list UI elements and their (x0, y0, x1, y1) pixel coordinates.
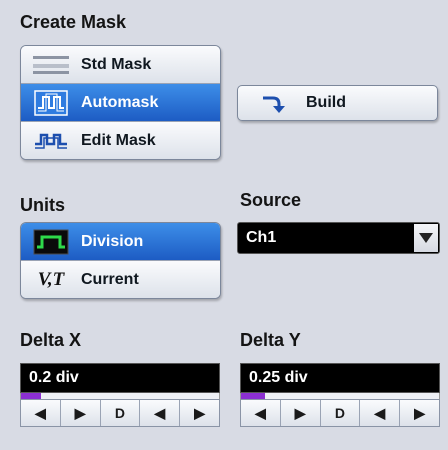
create-mask-group: Std Mask Automask Edit Mask (20, 45, 221, 160)
division-button[interactable]: Division (21, 223, 220, 261)
current-button[interactable]: V,T Current (21, 261, 220, 298)
delta-y-default-button[interactable]: D (321, 400, 361, 426)
build-label: Build (306, 94, 346, 111)
delta-y-coarse-right-button[interactable]: ▶ (281, 400, 321, 426)
std-mask-label: Std Mask (81, 55, 152, 73)
delta-x-fine-right-button[interactable]: ▶ (180, 400, 219, 426)
delta-x-field[interactable]: 0.2 div (20, 363, 220, 393)
delta-x-fine-left-button[interactable]: ◀ (140, 400, 181, 426)
automask-icon (21, 89, 81, 116)
units-group: Division V,T Current (20, 222, 221, 299)
delta-x-coarse-left-button[interactable]: ◀ (21, 400, 61, 426)
std-mask-icon (21, 54, 81, 76)
build-button[interactable]: Build (237, 85, 438, 121)
delta-x-default-button[interactable]: D (101, 400, 141, 426)
delta-y-fine-left-button[interactable]: ◀ (360, 400, 401, 426)
units-title: Units (20, 195, 65, 215)
chevron-down-icon[interactable] (414, 224, 438, 252)
delta-y-value: 0.25 div (249, 369, 308, 386)
delta-y-title: Delta Y (240, 330, 301, 350)
vt-icon: V,T (37, 268, 65, 290)
std-mask-button[interactable]: Std Mask (21, 46, 220, 84)
division-icon (21, 229, 81, 255)
create-mask-title: Create Mask (20, 12, 127, 32)
delta-x-value: 0.2 div (29, 369, 79, 386)
source-value: Ch1 (246, 229, 277, 246)
delta-y-coarse-left-button[interactable]: ◀ (241, 400, 281, 426)
delta-x-stepper: ◀ ▶ D ◀ ▶ (20, 399, 220, 427)
delta-y-stepper: ◀ ▶ D ◀ ▶ (240, 399, 440, 427)
delta-x-coarse-right-button[interactable]: ▶ (61, 400, 101, 426)
automask-label: Automask (81, 93, 159, 111)
source-title: Source (240, 190, 302, 210)
delta-x-title: Delta X (20, 330, 82, 350)
mask-panel: Create Mask Std Mask Automask Edit Mask … (0, 0, 448, 450)
delta-y-fine-right-button[interactable]: ▶ (400, 400, 439, 426)
automask-button[interactable]: Automask (21, 84, 220, 122)
delta-y-field[interactable]: 0.25 div (240, 363, 440, 393)
edit-mask-label: Edit Mask (81, 131, 156, 149)
division-label: Division (81, 232, 144, 250)
source-select[interactable]: Ch1 (237, 222, 440, 254)
edit-mask-icon (21, 130, 81, 152)
edit-mask-button[interactable]: Edit Mask (21, 122, 220, 159)
curved-arrow-icon (238, 92, 306, 114)
current-label: Current (81, 270, 139, 288)
